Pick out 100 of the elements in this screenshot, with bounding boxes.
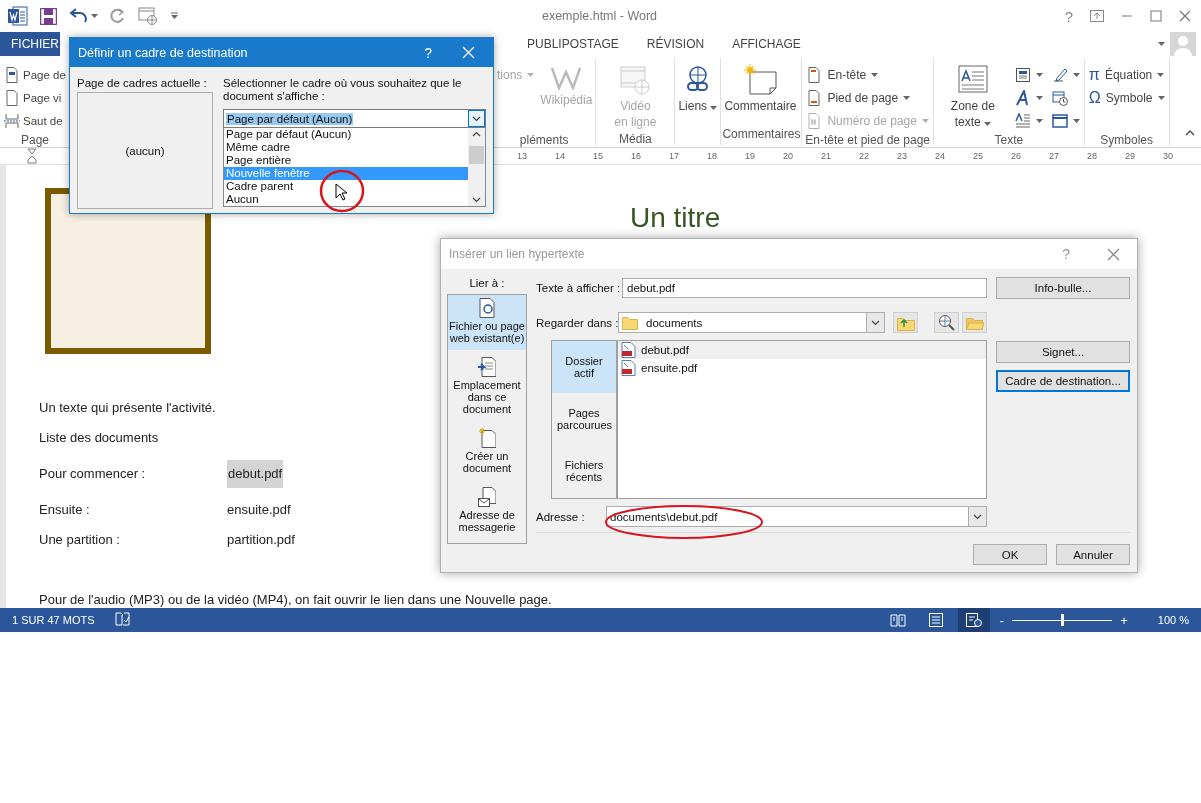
save-icon[interactable] (40, 7, 57, 25)
document-envelope-icon (478, 487, 496, 507)
blank-page-icon (4, 90, 20, 106)
browse-tab[interactable]: Fichiers récents (552, 445, 616, 497)
redo-icon[interactable] (110, 8, 126, 24)
film-globe-icon (619, 64, 652, 96)
text-field[interactable]: debut.pdf (622, 277, 987, 298)
file-item[interactable]: debut.pdf (618, 341, 986, 359)
bookmark-button[interactable]: Signet... (996, 341, 1130, 363)
list-option[interactable]: Page entière (224, 154, 468, 167)
slider-thumb[interactable] (1061, 614, 1065, 626)
ribbon-button[interactable]: Page vi (4, 87, 66, 109)
document-heading: Un titre (630, 202, 721, 234)
ok-button[interactable]: OK (973, 544, 1047, 565)
folder-combobox[interactable]: documents (618, 312, 886, 333)
ribbon-button[interactable]: Zone de texte (934, 62, 1011, 132)
ribbon-tab[interactable]: PUBLIPOSTAGE (513, 32, 633, 56)
file-link[interactable]: debut.pdf (227, 460, 284, 488)
link-type-item[interactable]: Fichier ou page web existant(e) (448, 295, 526, 350)
ruler-number: 18 (706, 151, 718, 161)
chevron-down-icon (973, 513, 982, 520)
frame-listbox[interactable]: Page par défaut (Aucun) Même cadre Page entière Nouvelle fenêtre Cadre parent Aucun (223, 128, 486, 207)
indent-marker-icon[interactable] (27, 148, 37, 164)
group-label: Commentaires (722, 127, 801, 141)
drop-cap-icon (1014, 113, 1031, 129)
scrollbar-thumb[interactable] (469, 146, 484, 164)
ruler-number: 24 (934, 151, 946, 161)
target-frame-button[interactable]: Cadre de destination... (996, 370, 1130, 392)
text-box-icon (956, 64, 989, 96)
caret-icon (91, 14, 98, 18)
field-label: Adresse : (536, 510, 586, 523)
globe-magnifier-icon (937, 314, 956, 331)
list-option[interactable]: Aucun (224, 193, 468, 206)
close-icon[interactable] (1107, 247, 1120, 261)
row-label: Une partition : (39, 532, 121, 548)
collapse-ribbon-icon[interactable] (1185, 130, 1195, 136)
link-type-item[interactable]: Adresse de messagerie (448, 484, 526, 539)
browse-tab[interactable]: Dossier actif (552, 341, 616, 393)
field-label: Texte à afficher : (536, 281, 622, 294)
ribbon-button[interactable]: Pied de page (803, 87, 932, 109)
zoom-out-button[interactable]: - (997, 612, 1007, 628)
row-label: Pour commencer : (39, 466, 147, 482)
folder-icon (622, 315, 638, 330)
view-button[interactable] (957, 608, 990, 632)
maximize-icon[interactable] (1150, 10, 1162, 22)
web-page-icon (965, 613, 982, 627)
address-combobox[interactable]: documents\debut.pdf (606, 506, 987, 527)
help-button[interactable]: ? (1064, 7, 1073, 25)
proofing-icon[interactable] (114, 612, 130, 626)
link-type-item[interactable]: Créer un document (448, 425, 526, 480)
comment-note-icon (742, 64, 779, 96)
file-item[interactable]: ensuite.pdf (618, 359, 986, 377)
annotation-ellipse (319, 169, 365, 213)
chevron-up-icon (472, 131, 481, 137)
file-link[interactable]: partition.pdf (227, 532, 295, 548)
list-option[interactable]: Même cadre (224, 141, 468, 154)
ribbon-button[interactable]: Page de (4, 64, 66, 86)
up-folder-button[interactable] (893, 312, 919, 333)
ribbon-display-icon[interactable] (1090, 10, 1104, 22)
ribbon-button[interactable]: Commentaire (722, 62, 799, 116)
page-break-icon (4, 113, 20, 129)
close-icon[interactable] (1179, 10, 1191, 22)
dialog-title: Insérer un lien hypertexte (449, 247, 585, 261)
ruler-number: 25 (972, 151, 984, 161)
ribbon-button[interactable]: Liens (676, 62, 720, 116)
ruler-number: 20 (782, 151, 794, 161)
quick-parts-icon (1014, 67, 1031, 83)
tooltip-button[interactable]: Info-bulle... (996, 277, 1130, 299)
ribbon-button[interactable]: π Équation (1085, 64, 1168, 86)
scrollbar[interactable] (468, 128, 485, 206)
paragraph: Pour de l'audio (MP3) ou de la vidéo (MP4), on fait ouvrir le lien dans une Nouvelle page. (39, 592, 552, 608)
zoom-level[interactable]: 100 % (1157, 614, 1189, 626)
field-label: Page de cadres actuelle : (77, 77, 207, 89)
word-logo-icon[interactable] (8, 6, 28, 26)
browse-web-button[interactable] (934, 312, 960, 333)
row-label: Ensuite : (39, 502, 91, 518)
field-label: Sélectionner le cadre où vous souhaitez que le document s'affiche : (223, 77, 463, 104)
file-link[interactable]: ensuite.pdf (227, 502, 291, 518)
ribbon-tab[interactable]: AFFICHAGE (718, 32, 815, 56)
zoom-in-button[interactable]: + (1118, 612, 1130, 628)
page-lines-icon (928, 613, 943, 627)
file-tab[interactable]: FICHIER (0, 32, 60, 56)
ribbon-button[interactable]: Saut de (4, 110, 66, 132)
frame-combobox[interactable]: Page par défaut (Aucun) (223, 109, 486, 128)
link-type-item[interactable]: Emplacement dans ce document (448, 354, 526, 421)
ribbon-button[interactable]: En-tête (803, 64, 932, 86)
list-option[interactable]: Cadre parent (224, 180, 468, 193)
pointer-cursor-icon (335, 183, 347, 201)
browse-tab[interactable]: Pages parcourues (552, 393, 616, 445)
ruler-number: 22 (858, 151, 870, 161)
list-option[interactable]: Page par défaut (Aucun) (224, 128, 468, 141)
ribbon-button[interactable]: Ω Symbole (1085, 87, 1168, 109)
word-count[interactable]: 1 SUR 47 MOTS (12, 614, 95, 626)
preview-text: (aucun) (125, 144, 165, 157)
caret-icon (1158, 42, 1165, 46)
help-button[interactable]: ? (424, 44, 432, 61)
ribbon-tab[interactable]: RÉVISION (632, 32, 719, 56)
cancel-button[interactable]: Annuler (1056, 544, 1130, 565)
customize-caret-icon[interactable] (170, 12, 179, 20)
undo-icon[interactable] (69, 8, 87, 24)
